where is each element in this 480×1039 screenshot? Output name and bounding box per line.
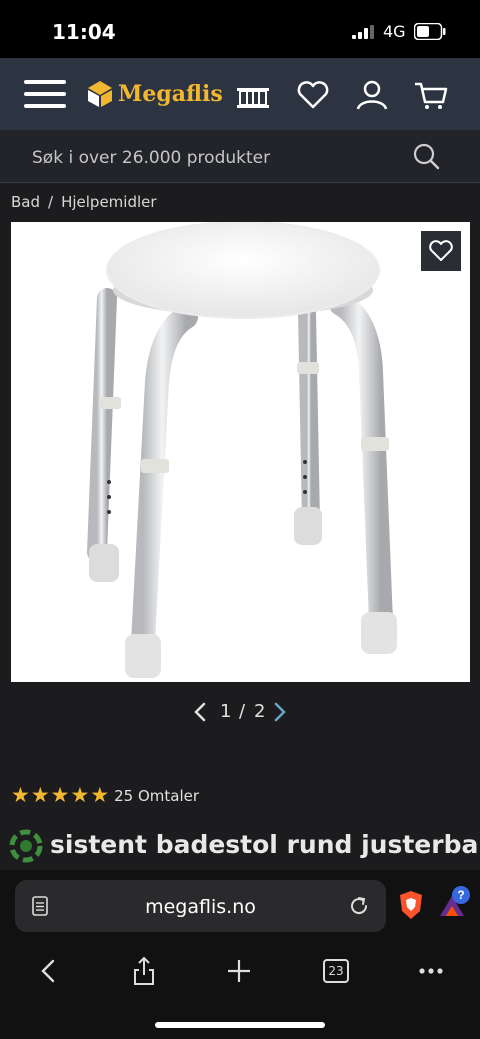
wishlist-button[interactable] bbox=[421, 231, 461, 271]
bath-stool-image bbox=[87, 222, 397, 678]
brand-name: Megaflis bbox=[118, 81, 223, 107]
tabs-count: 23 bbox=[323, 959, 349, 983]
chevron-right-icon[interactable] bbox=[272, 701, 288, 723]
logo-mark-icon bbox=[88, 81, 112, 107]
search-input[interactable]: Søk i over 26.000 produkter bbox=[32, 148, 270, 168]
gallery-total: 2 bbox=[254, 701, 266, 722]
heart-icon bbox=[429, 240, 453, 261]
plus-icon bbox=[228, 960, 250, 982]
star-icon: ★ bbox=[50, 784, 70, 807]
product-title: sistent badestol rund justerbar bbox=[50, 830, 480, 859]
breadcrumb: Bad / Hjelpemidler bbox=[11, 193, 157, 211]
address-bar[interactable]: megaflis.no bbox=[15, 880, 386, 932]
gallery-separator: / bbox=[239, 701, 246, 722]
network-type: 4G bbox=[383, 22, 406, 41]
product-title-row: sistent badestol rund justerbar bbox=[8, 828, 480, 868]
cart-icon[interactable] bbox=[413, 78, 449, 112]
eco-badge-icon bbox=[9, 829, 43, 863]
battery-icon bbox=[414, 23, 446, 40]
heart-icon[interactable] bbox=[295, 78, 331, 112]
breadcrumb-item-bad[interactable]: Bad bbox=[11, 193, 40, 211]
share-button[interactable] bbox=[127, 954, 161, 988]
more-menu-button[interactable] bbox=[414, 954, 448, 988]
store-icon[interactable] bbox=[235, 78, 271, 112]
brave-shield-icon[interactable] bbox=[398, 890, 424, 920]
signal-icon bbox=[352, 25, 374, 39]
reload-icon[interactable] bbox=[347, 894, 371, 918]
more-dots-icon bbox=[419, 968, 443, 974]
star-icon: ★ bbox=[30, 784, 50, 807]
chevron-left-icon[interactable] bbox=[192, 701, 208, 723]
rewards-button[interactable]: ? bbox=[436, 886, 470, 920]
url-text[interactable]: megaflis.no bbox=[15, 896, 386, 918]
star-icon: ★ bbox=[90, 784, 110, 807]
gallery-pager: 1 / 2 bbox=[0, 699, 480, 725]
status-time: 11:04 bbox=[52, 20, 116, 44]
back-button[interactable] bbox=[31, 954, 65, 988]
user-icon[interactable] bbox=[354, 78, 390, 112]
star-icon: ★ bbox=[70, 784, 90, 807]
share-icon bbox=[134, 956, 154, 985]
rating-stars: ★ ★ ★ ★ ★ bbox=[11, 785, 110, 807]
search-bar[interactable]: Søk i over 26.000 produkter bbox=[0, 130, 480, 183]
gallery-current: 1 bbox=[220, 701, 232, 722]
menu-icon[interactable] bbox=[24, 80, 66, 110]
site-header: Megaflis bbox=[0, 58, 480, 130]
breadcrumb-item-hjelpemidler[interactable]: Hjelpemidler bbox=[61, 193, 156, 211]
breadcrumb-separator: / bbox=[48, 193, 54, 211]
product-rating[interactable]: ★ ★ ★ ★ ★ 25 Omtaler bbox=[11, 785, 199, 807]
star-icon: ★ bbox=[11, 784, 30, 807]
review-count[interactable]: 25 Omtaler bbox=[114, 787, 199, 805]
home-indicator[interactable] bbox=[155, 1022, 325, 1028]
rewards-badge: ? bbox=[452, 886, 470, 904]
back-arrow-icon bbox=[41, 959, 55, 983]
product-image[interactable] bbox=[11, 222, 470, 682]
tabs-button[interactable]: 23 bbox=[319, 954, 353, 988]
new-tab-button[interactable] bbox=[222, 954, 256, 988]
status-bar: 11:04 4G bbox=[0, 0, 480, 58]
search-icon[interactable] bbox=[412, 142, 440, 170]
site-logo[interactable]: Megaflis bbox=[86, 78, 223, 110]
